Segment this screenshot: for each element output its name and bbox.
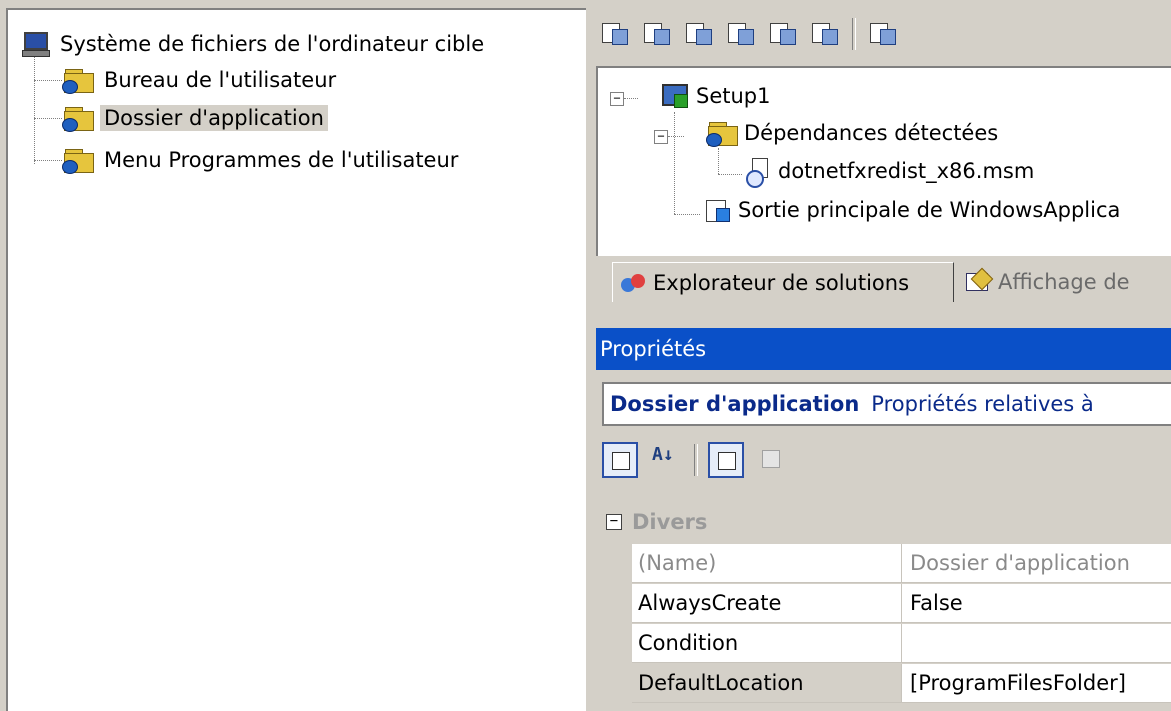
file-system-editor-icon[interactable]: [600, 19, 630, 49]
property-row-defaultlocation[interactable]: DefaultLocation [ProgramFilesFolder]: [632, 664, 1171, 703]
computer-icon: [22, 32, 50, 57]
properties-title: Propriétés: [600, 337, 707, 361]
tree-item-label: Dépendances détectées: [744, 121, 999, 145]
alphabetical-icon: A↓: [652, 444, 674, 465]
class-view-icon: [966, 267, 994, 293]
registry-editor-icon[interactable]: [642, 19, 672, 49]
collapse-toggle[interactable]: −: [610, 92, 624, 106]
properties-title-bar: Propriétés: [596, 328, 1171, 370]
tree-connector: [34, 160, 62, 161]
property-name: Condition: [632, 624, 902, 662]
solution-explorer-icon: [621, 272, 647, 294]
properties-list-icon: [718, 452, 736, 470]
merge-module-icon: [746, 158, 770, 188]
property-pages-button: [754, 442, 790, 478]
solution-explorer-toolbar: [600, 14, 910, 54]
collapse-toggle[interactable]: −: [606, 514, 622, 530]
collapse-toggle[interactable]: −: [654, 130, 668, 144]
property-name: DefaultLocation: [632, 664, 902, 702]
object-selector[interactable]: Dossier d'application Propriétés relativ…: [602, 382, 1171, 426]
tree-item-dependency-msm[interactable]: dotnetfxredist_x86.msm: [746, 158, 1035, 188]
tree-connector: [718, 148, 719, 174]
tree-connector: [718, 174, 742, 175]
tree-item-label: dotnetfxredist_x86.msm: [778, 159, 1035, 183]
property-row-alwayscreate[interactable]: AlwaysCreate False: [632, 584, 1171, 623]
property-name: (Name): [632, 544, 902, 582]
tree-connector: [668, 136, 684, 137]
tool-window-tabs: Explorateur de solutions Affichage de: [596, 258, 1171, 308]
tree-connector: [34, 54, 35, 164]
properties-view-button[interactable]: [708, 442, 744, 478]
tree-item-primary-output[interactable]: Sortie principale de WindowsApplica: [706, 198, 1120, 222]
tab-label: Affichage de: [998, 270, 1130, 294]
tree-item-label: Dossier d'application: [100, 105, 328, 131]
tab-solution-explorer[interactable]: Explorateur de solutions: [612, 262, 954, 302]
tree-item-label: Setup1: [696, 84, 771, 108]
categorized-button[interactable]: [602, 442, 638, 478]
tree-item-label: Bureau de l'utilisateur: [104, 68, 337, 92]
alphabetical-button[interactable]: A↓: [648, 442, 684, 478]
folder-icon: [62, 147, 94, 174]
tree-connector: [34, 118, 62, 119]
property-value[interactable]: Dossier d'application: [902, 544, 1171, 582]
property-value[interactable]: False: [902, 584, 1171, 622]
primary-output-icon: [706, 198, 730, 222]
solution-tree-pane: − Setup1 − Dépendances détectées dotnetf…: [596, 66, 1171, 256]
tree-connector: [674, 112, 675, 214]
filesystem-tree-pane: Système de fichiers de l'ordinateur cibl…: [6, 8, 586, 711]
tab-label: Explorateur de solutions: [653, 270, 910, 295]
tree-connector: [34, 80, 62, 81]
tree-root-filesystem[interactable]: Système de fichiers de l'ordinateur cibl…: [22, 26, 488, 62]
category-label: Divers: [632, 510, 708, 534]
property-value[interactable]: [ProgramFilesFolder]: [902, 664, 1171, 702]
tab-view[interactable]: Affichage de: [958, 262, 1171, 302]
setup-project-icon: [662, 84, 688, 108]
launch-conditions-editor-icon[interactable]: [810, 19, 840, 49]
object-name: Dossier d'application: [610, 392, 860, 416]
tree-root-label: Système de fichiers de l'ordinateur cibl…: [60, 32, 485, 56]
toolbar-separator: [694, 444, 698, 476]
object-description: Propriétés relatives à: [871, 392, 1094, 416]
property-value[interactable]: [902, 624, 1171, 662]
category-row[interactable]: − Divers: [596, 500, 1171, 544]
property-pages-icon: [762, 450, 780, 468]
properties-grid: − Divers (Name) Dossier d'application Al…: [596, 500, 1171, 711]
custom-actions-editor-icon[interactable]: [768, 19, 798, 49]
tree-item-label: Menu Programmes de l'utilisateur: [104, 148, 459, 172]
properties-icon[interactable]: [868, 19, 898, 49]
open-folder-icon: [62, 105, 94, 132]
categorized-icon: [612, 452, 630, 470]
tree-item-detected-dependencies[interactable]: Dépendances détectées: [706, 120, 999, 147]
file-types-editor-icon[interactable]: [684, 19, 714, 49]
tree-item-user-programs-menu[interactable]: Menu Programmes de l'utilisateur: [62, 142, 462, 178]
user-interface-editor-icon[interactable]: [726, 19, 756, 49]
properties-toolbar: A↓: [602, 438, 800, 482]
tree-item-setup-project[interactable]: Setup1: [662, 84, 770, 108]
property-name: AlwaysCreate: [632, 584, 902, 622]
tree-connector: [674, 214, 700, 215]
property-row-condition[interactable]: Condition: [632, 624, 1171, 663]
tree-item-label: Sortie principale de WindowsApplica: [738, 198, 1121, 222]
property-row-name[interactable]: (Name) Dossier d'application: [632, 544, 1171, 583]
folder-icon: [62, 67, 94, 94]
toolbar-separator: [852, 18, 856, 50]
open-folder-icon: [706, 120, 738, 147]
tree-item-user-desktop[interactable]: Bureau de l'utilisateur: [62, 62, 340, 98]
tree-item-application-folder[interactable]: Dossier d'application: [62, 100, 328, 136]
tree-connector: [624, 98, 638, 99]
